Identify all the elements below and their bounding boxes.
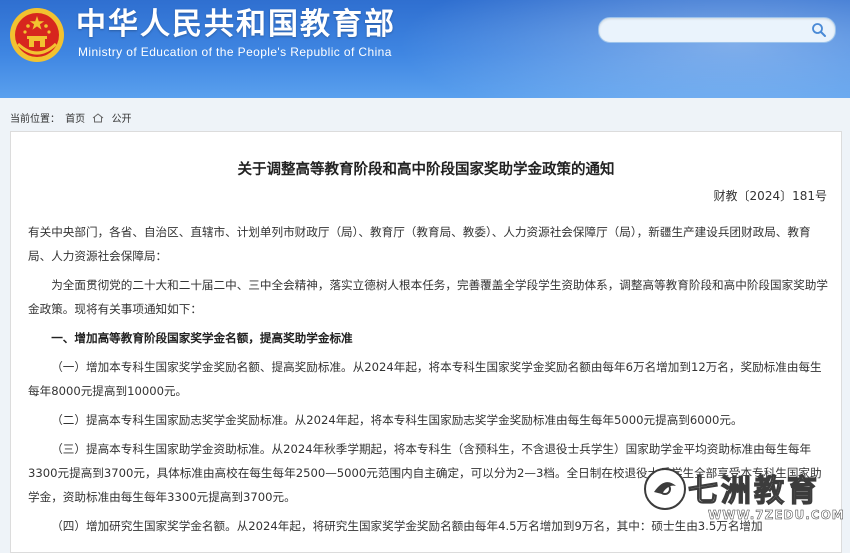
list-item: （二）提高本专科生国家励志奖学金奖励标准。从2024年起，将本专科生国家励志奖学… <box>51 413 743 427</box>
watermark-logo-icon <box>644 468 686 510</box>
search-input[interactable] <box>611 21 805 41</box>
national-emblem-icon[interactable] <box>8 6 66 64</box>
document-number: 财教〔2024〕181号 <box>713 189 827 203</box>
breadcrumb-home-link[interactable]: 首页 <box>65 114 85 125</box>
site-title[interactable]: 中华人民共和国教育部 <box>76 8 396 42</box>
article-title: 关于调整高等教育阶段和高中阶段国家奖助学金政策的通知 <box>237 162 615 178</box>
search-icon[interactable] <box>811 22 827 38</box>
addressee-paragraph: 有关中央部门，各省、自治区、直辖市、计划单列市财政厅（局）、教育厅（教育局、教委… <box>28 225 811 263</box>
intro-paragraph: 为全面贯彻党的二十大和二十届二中、三中全会精神，落实立德树人根本任务，完善覆盖全… <box>28 278 828 316</box>
breadcrumb-separator-icon <box>93 113 104 123</box>
watermark-text: 七洲教育 <box>687 473 820 509</box>
breadcrumb-prefix: 当前位置： <box>10 114 60 125</box>
watermark: 七洲教育 WWW.7ZEDU.COM <box>612 460 850 528</box>
search-box[interactable] <box>598 17 836 43</box>
breadcrumb-current-link[interactable]: 公开 <box>112 114 132 125</box>
breadcrumb: 当前位置： 首页 公开 <box>10 110 132 125</box>
watermark-url: WWW.7ZEDU.COM <box>708 508 845 523</box>
site-subtitle: Ministry of Education of the People's Re… <box>78 45 392 59</box>
list-item: （一）增加本专科生国家奖学金奖励名额、提高奖励标准。从2024年起，将本专科生国… <box>28 360 822 398</box>
header-glow <box>370 0 850 98</box>
section-heading: 一、增加高等教育阶段国家奖学金名额，提高奖助学金标准 <box>51 331 353 345</box>
site-header: 中华人民共和国教育部 Ministry of Education of the … <box>0 0 850 98</box>
